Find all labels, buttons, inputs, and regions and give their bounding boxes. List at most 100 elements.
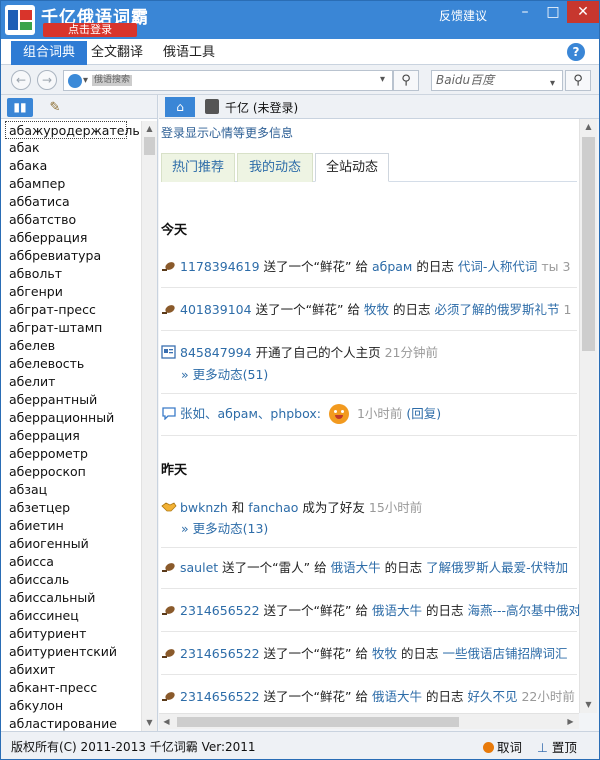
more-activity-link[interactable]: » 更多动态(13) (181, 518, 268, 537)
scroll-thumb[interactable] (582, 137, 595, 351)
feed-scrollbar[interactable]: ▲ ▼ (579, 119, 597, 713)
scroll-right-icon[interactable]: ▶ (563, 714, 578, 730)
search-icon[interactable]: ⚲ (393, 70, 419, 91)
user-link[interactable]: 俄语大牛 (372, 603, 422, 618)
word-list-item[interactable]: абажуродержатель (5, 121, 140, 139)
reply-link[interactable]: (回复) (406, 406, 441, 421)
close-button[interactable]: ✕ (567, 1, 599, 23)
word-list-item[interactable]: аббатство (1, 211, 141, 229)
user-link[interactable]: saulet (180, 560, 218, 575)
blog-title-link[interactable]: 代词-人称代词 (458, 259, 538, 274)
user-label[interactable]: 千亿 (未登录) (225, 99, 298, 116)
user-link[interactable]: 俄语大牛 (331, 560, 381, 575)
back-button[interactable]: ← (11, 70, 31, 90)
user-link[interactable]: 牧牧 (372, 646, 397, 661)
word-list-scrollbar[interactable]: ▲ ▼ (141, 121, 157, 731)
word-list-item[interactable]: абитуриент (1, 625, 141, 643)
word-list-item[interactable]: абиссинец (1, 607, 141, 625)
word-list-item[interactable]: абисса (1, 553, 141, 571)
word-list-item[interactable]: аберрометр (1, 445, 141, 463)
gift-icon (161, 560, 177, 574)
user-link[interactable]: 845847994 (180, 345, 252, 360)
word-list-item[interactable]: абграт-штамп (1, 319, 141, 337)
user-link[interactable]: fanchao (248, 500, 298, 515)
book-icon[interactable]: ▮▮ (7, 98, 33, 117)
word-list-item[interactable]: абгенри (1, 283, 141, 301)
horizontal-scrollbar[interactable]: ◀ ▶ (159, 713, 579, 729)
pin-top-toggle[interactable]: ⊥ 置顶 (537, 737, 577, 756)
tab-site-activity[interactable]: 全站动态 (315, 153, 389, 182)
word-list-item[interactable]: абака (1, 157, 141, 175)
address-bar[interactable]: ▾ 俄语搜索 ▾ (63, 70, 393, 91)
chevron-down-icon[interactable]: ▾ (380, 74, 385, 85)
feedback-link[interactable]: 反馈建议 (439, 7, 487, 24)
word-list-item[interactable]: абвольт (1, 265, 141, 283)
word-list-item[interactable]: аберрационный (1, 409, 141, 427)
home-icon[interactable]: ⌂ (165, 97, 195, 117)
word-list-item[interactable]: абзац (1, 481, 141, 499)
login-button[interactable]: 点击登录 (43, 23, 137, 37)
scroll-thumb[interactable] (177, 717, 459, 727)
word-list-item[interactable]: абампер (1, 175, 141, 193)
blog-title-link[interactable]: 海燕---高尔基中俄对 (467, 603, 579, 618)
word-list-item[interactable]: абграт-пресс (1, 301, 141, 319)
scroll-down-icon[interactable]: ▼ (580, 697, 597, 713)
word-list-item[interactable]: абзетцер (1, 499, 141, 517)
word-list-item[interactable]: абиссаль (1, 571, 141, 589)
forward-button[interactable]: → (37, 70, 57, 90)
word-list-item[interactable]: аберрация (1, 427, 141, 445)
user-link[interactable]: bwknzh (180, 500, 228, 515)
blog-title-link[interactable]: 必须了解的俄罗斯礼节 (435, 302, 560, 317)
blog-title-link[interactable]: 了解俄罗斯人最爱-伏特加 (426, 560, 568, 575)
tab-russian-tools[interactable]: 俄语工具 (151, 41, 227, 65)
search-icon[interactable]: ⚲ (565, 70, 591, 91)
word-list-item[interactable]: аббатиса (1, 193, 141, 211)
word-list-item[interactable]: абихит (1, 661, 141, 679)
word-list-item[interactable]: абкулон (1, 697, 141, 715)
word-list-item[interactable]: абелевость (1, 355, 141, 373)
tab-hot-recommend[interactable]: 热门推荐 (161, 153, 235, 182)
notebook-icon[interactable]: ✎ (45, 98, 65, 117)
scroll-left-icon[interactable]: ◀ (159, 714, 174, 730)
chevron-down-icon[interactable]: ▾ (550, 74, 555, 93)
user-link[interactable]: 牧牧 (364, 302, 389, 317)
tab-my-activity[interactable]: 我的动态 (237, 153, 313, 182)
scroll-down-icon[interactable]: ▼ (142, 715, 157, 731)
word-list-item[interactable]: абак (1, 139, 141, 157)
word-list-item[interactable]: абитуриентский (1, 643, 141, 661)
tab-dictionary[interactable]: 组合词典 (11, 41, 88, 65)
word-list-item[interactable]: абиссальный (1, 589, 141, 607)
user-link[interactable]: 2314656522 (180, 689, 260, 704)
user-link[interactable]: 401839104 (180, 302, 252, 317)
user-link[interactable]: абрам (372, 259, 412, 274)
blog-title-link[interactable]: 一些俄语店铺招牌词汇 (442, 646, 567, 661)
blog-title-link[interactable]: 好久不见 (467, 689, 517, 704)
scroll-up-icon[interactable]: ▲ (142, 121, 157, 137)
user-link[interactable]: 1178394619 (180, 259, 260, 274)
help-icon[interactable]: ? (567, 43, 585, 61)
search-engine-select[interactable]: Baidu百度 ▾ (431, 70, 563, 91)
user-link[interactable]: 俄语大牛 (372, 689, 422, 704)
maximize-button[interactable]: □ (539, 1, 567, 23)
user-link[interactable]: 2314656522 (180, 603, 260, 618)
word-list-item[interactable]: абиетин (1, 517, 141, 535)
word-list-item[interactable]: аббревиатура (1, 247, 141, 265)
login-hint-link[interactable]: 登录显示心情等更多信息 (161, 124, 293, 141)
scroll-thumb[interactable] (144, 137, 155, 155)
user-links[interactable]: 张如、абрам、phpbox: (180, 406, 321, 421)
user-link[interactable]: 2314656522 (180, 646, 260, 661)
word-list-item[interactable]: абластирование (1, 715, 141, 731)
tab-full-translation[interactable]: 全文翻译 (79, 41, 155, 65)
more-activity-link[interactable]: » 更多动态(51) (181, 364, 268, 383)
word-list-item[interactable]: абелев (1, 337, 141, 355)
minimize-button[interactable]: – (511, 1, 539, 23)
scroll-up-icon[interactable]: ▲ (580, 119, 597, 135)
word-list-item[interactable]: абелит (1, 373, 141, 391)
chevron-down-icon[interactable]: ▾ (83, 75, 88, 86)
word-list-item[interactable]: аберроскоп (1, 463, 141, 481)
word-list-item[interactable]: абиогенный (1, 535, 141, 553)
word-list-item[interactable]: абкант-пресс (1, 679, 141, 697)
word-list-item[interactable]: аберрантный (1, 391, 141, 409)
word-list-item[interactable]: абберрация (1, 229, 141, 247)
capture-word-toggle[interactable]: 取词 (483, 737, 522, 756)
